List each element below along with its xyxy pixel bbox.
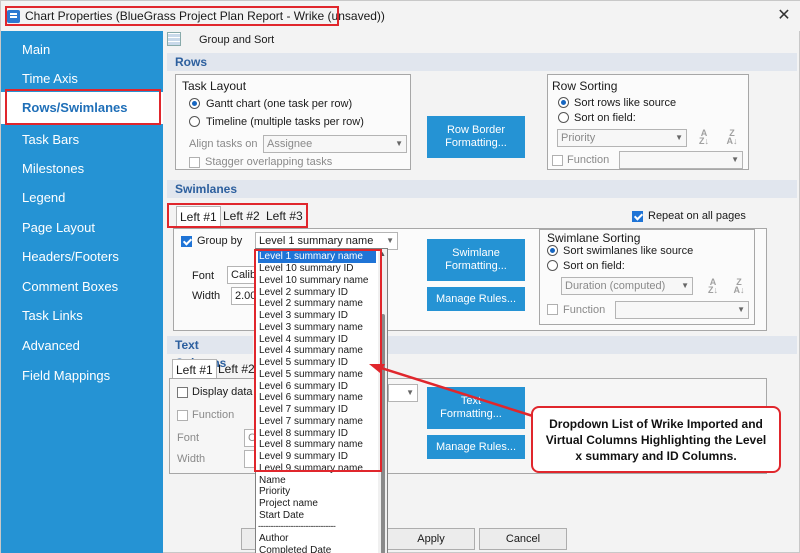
gantt-label: Gantt chart (one task per row) (206, 98, 353, 110)
sidebar-item-page-layout[interactable]: Page Layout (1, 214, 163, 242)
timeline-radio[interactable] (189, 116, 200, 127)
text-function-checkbox[interactable] (177, 410, 188, 421)
swimlane-function-select[interactable]: ▼ (615, 301, 749, 319)
align-tasks-label: Align tasks on (189, 138, 258, 150)
display-data-label: Display data fo (192, 386, 254, 398)
row-function-checkbox[interactable] (552, 155, 563, 166)
swimlane-function-checkbox[interactable] (547, 304, 558, 315)
repeat-on-all-pages-label: Repeat on all pages (648, 210, 746, 222)
dropdown-item[interactable]: Project name (258, 498, 376, 510)
sidebar-item-comment-boxes[interactable]: Comment Boxes (1, 273, 163, 301)
stagger-checkbox[interactable] (189, 157, 200, 168)
dropdown-item[interactable]: Completed Date (258, 545, 376, 553)
sidebar-item-field-mappings[interactable]: Field Mappings (1, 362, 163, 390)
sidebar-item-task-links[interactable]: Task Links (1, 302, 163, 330)
gantt-radio[interactable] (189, 98, 200, 109)
swimlane-sort-field-select[interactable]: Duration (computed) ▼ (561, 277, 693, 295)
align-tasks-select[interactable]: Assignee ▼ (263, 135, 407, 153)
text-columns-header: Text Columns (167, 336, 253, 370)
text-function-label: Function (192, 409, 235, 421)
swimlane-sorting-title: Swimlane Sorting (547, 231, 641, 245)
display-data-checkbox[interactable] (177, 387, 188, 398)
rows-header: Rows (167, 53, 797, 71)
row-sorting-title: Row Sorting (552, 79, 618, 93)
apply-button[interactable]: Apply (387, 528, 475, 550)
dropdown-item[interactable]: Author (258, 533, 376, 545)
swimlane-font-input[interactable]: Calibri (227, 266, 257, 284)
tab-text-left-1[interactable]: Left #1 (172, 359, 217, 379)
sidebar-active-highlight-box (5, 89, 161, 125)
sort-swimlanes-like-source-label: Sort swimlanes like source (563, 245, 694, 257)
row-sort-field-value: Priority (561, 132, 596, 144)
swimlane-function-label: Function (563, 304, 606, 316)
annotation-callout: Dropdown List of Wrike Imported and Virt… (531, 406, 781, 473)
sort-ascending-icon[interactable]: A Z↓ (704, 278, 722, 295)
swimlane-manage-rules-button[interactable]: Manage Rules... (427, 287, 525, 311)
sidebar-item-task-bars[interactable]: Task Bars (1, 126, 163, 154)
dropdown-item[interactable]: Priority (258, 486, 376, 498)
chart-properties-window: Chart Properties (BlueGrass Project Plan… (0, 0, 800, 553)
row-sort-field-select[interactable]: Priority ▼ (557, 129, 687, 147)
sidebar-item-main[interactable]: Main (1, 36, 163, 64)
sidebar-item-milestones[interactable]: Milestones (1, 155, 163, 183)
swimlane-sort-field-value: Duration (computed) (565, 280, 666, 292)
sort-descending-icon[interactable]: Z A↓ (730, 278, 748, 295)
chevron-down-icon: ▼ (386, 236, 394, 245)
title-highlight-box (5, 6, 339, 26)
swimlane-tabs-highlight-box (167, 203, 308, 228)
row-function-select[interactable]: ▼ (619, 151, 743, 169)
sort-swimlanes-on-field-radio[interactable] (547, 260, 558, 271)
stagger-label: Stagger overlapping tasks (205, 156, 333, 168)
dropdown-separator: ------------------------------- (258, 521, 336, 531)
close-icon[interactable]: ✕ (775, 7, 793, 25)
sort-rows-like-source-label: Sort rows like source (574, 97, 677, 109)
chevron-down-icon: ▼ (395, 139, 403, 148)
grid-icon[interactable] (167, 32, 181, 46)
sort-rows-on-field-radio[interactable] (558, 112, 569, 123)
swimlane-width-label: Width (192, 290, 221, 302)
callout-arrow (369, 364, 537, 419)
repeat-on-all-pages-checkbox[interactable] (632, 211, 643, 222)
sort-rows-like-source-radio[interactable] (558, 97, 569, 108)
row-function-label: Function (567, 154, 610, 166)
chevron-down-icon: ▼ (675, 133, 683, 142)
group-and-sort-tab[interactable]: Group and Sort (199, 34, 274, 46)
row-border-formatting-button[interactable]: Row Border Formatting... (427, 116, 525, 158)
chevron-down-icon: ▼ (731, 155, 739, 164)
sort-ascending-icon[interactable]: A Z↓ (695, 129, 713, 146)
title-bar: Chart Properties (BlueGrass Project Plan… (1, 1, 800, 31)
group-by-label: Group by (197, 235, 243, 247)
sidebar-item-headers-footers[interactable]: Headers/Footers (1, 243, 163, 271)
text-width-label: Width (177, 453, 206, 465)
swimlanes-header: Swimlanes (167, 180, 797, 198)
task-layout-title: Task Layout (182, 79, 247, 93)
sidebar-item-legend[interactable]: Legend (1, 184, 163, 212)
group-by-checkbox[interactable] (181, 236, 192, 247)
sort-swimlanes-on-field-label: Sort on field: (563, 260, 625, 272)
sort-descending-icon[interactable]: Z A↓ (723, 129, 741, 146)
swimlane-font-label: Font (192, 270, 215, 282)
cancel-button[interactable]: Cancel (479, 528, 567, 550)
sidebar-item-advanced[interactable]: Advanced (1, 332, 163, 360)
chevron-down-icon: ▼ (681, 281, 689, 290)
timeline-label: Timeline (multiple tasks per row) (206, 116, 364, 128)
group-by-value: Level 1 summary name (259, 235, 374, 247)
sort-swimlanes-like-source-radio[interactable] (547, 245, 558, 256)
align-tasks-value: Assignee (267, 138, 313, 150)
tab-text-left-2[interactable]: Left #2 (215, 359, 255, 379)
text-font-label: Font (177, 432, 200, 444)
chevron-down-icon: ▼ (737, 305, 745, 314)
swimlane-formatting-button[interactable]: Swimlane Formatting... (427, 239, 525, 281)
sort-rows-on-field-label: Sort on field: (574, 112, 636, 124)
